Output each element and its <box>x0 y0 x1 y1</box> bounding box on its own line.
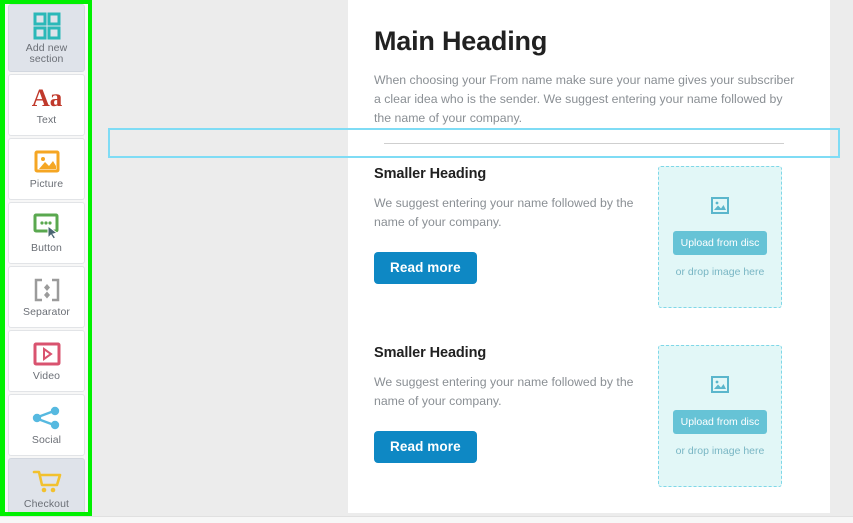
section-heading: Smaller Heading <box>374 166 487 182</box>
text-aa-icon: Aa <box>27 83 67 113</box>
drop-hint: or drop image here <box>675 265 765 278</box>
image-placeholder-icon <box>711 375 729 398</box>
picture-icon <box>34 147 60 177</box>
content-row-text[interactable]: Smaller Heading We suggest entering your… <box>348 345 658 487</box>
sidebar-item-label: Button <box>31 242 62 255</box>
email-builder-app: Add new section Aa Text Picture Button S… <box>0 0 853 523</box>
image-dropzone[interactable]: Upload from disc or drop image here <box>658 166 782 308</box>
main-heading-block[interactable]: Main Heading When choosing your From nam… <box>348 0 830 128</box>
content-row-media: Upload from disc or drop image here <box>658 345 830 487</box>
bottom-bar <box>0 516 853 523</box>
sidebar-item-social[interactable]: Social <box>8 394 85 456</box>
social-share-icon <box>32 403 62 433</box>
cart-icon <box>32 467 62 497</box>
sidebar-item-button[interactable]: Button <box>8 202 85 264</box>
sidebar-item-label: Social <box>31 434 62 447</box>
sidebar-item-text[interactable]: Aa Text <box>8 74 85 136</box>
sidebar-item-separator[interactable]: Separator <box>8 266 85 328</box>
read-more-button[interactable]: Read more <box>374 431 477 463</box>
content-row: Smaller Heading We suggest entering your… <box>348 166 830 308</box>
section-paragraph: We suggest entering your name followed b… <box>374 196 634 229</box>
video-play-icon <box>33 339 61 369</box>
grid-icon <box>33 11 61 41</box>
editor-workspace: Main Heading When choosing your From nam… <box>92 0 853 523</box>
content-row: Smaller Heading We suggest entering your… <box>348 345 830 487</box>
upload-from-disc-button[interactable]: Upload from disc <box>672 409 768 434</box>
sidebar-item-video[interactable]: Video <box>8 330 85 392</box>
content-row-text[interactable]: Smaller Heading We suggest entering your… <box>348 166 658 308</box>
drop-hint: or drop image here <box>675 444 765 457</box>
read-more-button[interactable]: Read more <box>374 252 477 284</box>
sidebar-item-label: Checkout <box>23 498 70 511</box>
sidebar-item-label: Add new section <box>25 41 68 65</box>
email-canvas: Main Heading When choosing your From nam… <box>348 0 830 513</box>
separator-block[interactable] <box>108 128 840 158</box>
content-row-media: Upload from disc or drop image here <box>658 166 830 308</box>
svg-text:Aa: Aa <box>31 85 62 111</box>
sidebar-item-add-new-section[interactable]: Add new section <box>8 4 85 72</box>
sidebar-item-label: Video <box>32 370 61 383</box>
sidebar-item-label: Text <box>36 114 57 127</box>
separator-line <box>384 143 784 144</box>
sidebar-item-label: Separator <box>22 306 70 319</box>
page-title: Main Heading <box>374 26 548 56</box>
image-placeholder-icon <box>711 196 729 219</box>
sidebar-item-checkout[interactable]: Checkout <box>8 458 85 512</box>
button-icon <box>33 211 61 241</box>
section-heading: Smaller Heading <box>374 345 487 361</box>
sidebar-item-label: Picture <box>29 178 64 191</box>
intro-paragraph: When choosing your From name make sure y… <box>374 73 795 125</box>
separator-icon <box>33 275 61 305</box>
image-dropzone[interactable]: Upload from disc or drop image here <box>658 345 782 487</box>
section-paragraph: We suggest entering your name followed b… <box>374 375 634 408</box>
blocks-sidebar: Add new section Aa Text Picture Button S… <box>0 0 92 516</box>
sidebar-item-picture[interactable]: Picture <box>8 138 85 200</box>
upload-from-disc-button[interactable]: Upload from disc <box>672 230 768 255</box>
